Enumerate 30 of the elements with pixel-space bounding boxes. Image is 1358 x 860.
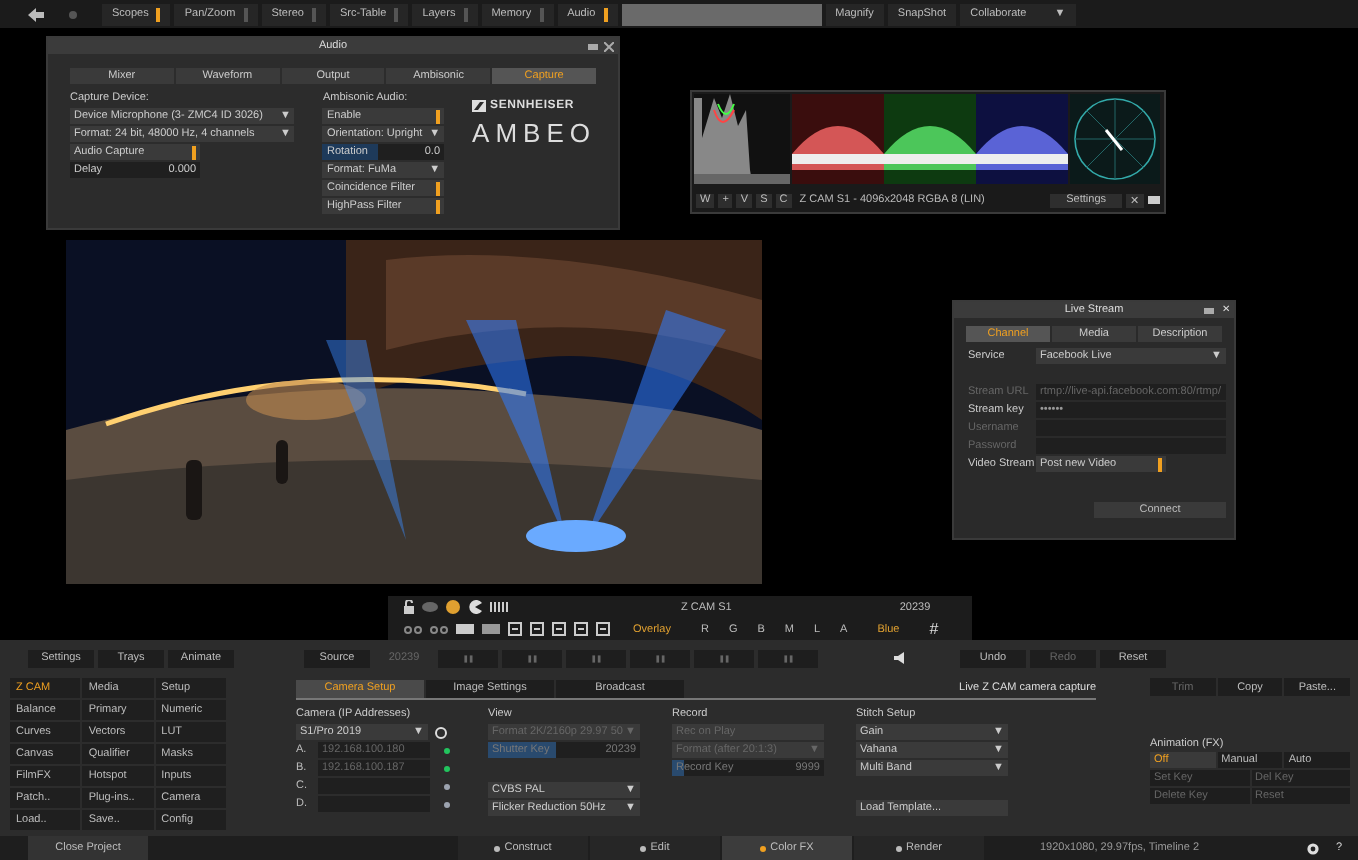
- view-mode-icon[interactable]: [573, 622, 587, 636]
- view-mode-icon[interactable]: [529, 622, 543, 636]
- speaker-icon[interactable]: [894, 652, 904, 664]
- transport-icon[interactable]: [438, 649, 498, 667]
- transport-icon[interactable]: [566, 649, 626, 667]
- transport-icon[interactable]: [630, 649, 690, 667]
- minimize-icon[interactable]: [1204, 307, 1214, 313]
- logo-icon: [472, 100, 487, 112]
- link-icon[interactable]: [429, 625, 447, 633]
- settings-icon[interactable]: [1305, 841, 1320, 855]
- transport-icon[interactable]: [758, 649, 818, 667]
- view-mode-icon[interactable]: [507, 622, 521, 636]
- transport-icon[interactable]: [502, 649, 562, 667]
- view-mode-icon[interactable]: [595, 622, 609, 636]
- product-name: AMBEO: [472, 120, 596, 146]
- link-icon[interactable]: [403, 625, 421, 633]
- grid-button[interactable]: #: [923, 620, 945, 638]
- close-icon[interactable]: [604, 41, 614, 51]
- lock-icon[interactable]: [403, 600, 413, 614]
- transport-icon[interactable]: [694, 649, 754, 667]
- refresh-icon[interactable]: [434, 725, 448, 739]
- dot-icon[interactable]: [68, 9, 78, 19]
- back-icon[interactable]: [28, 7, 44, 21]
- minimize-icon[interactable]: [588, 43, 598, 49]
- view-mode-icon[interactable]: [551, 622, 565, 636]
- input-field[interactable]: [1036, 438, 1226, 454]
- input-field[interactable]: [621, 3, 822, 25]
- vectorscope: [1070, 94, 1160, 184]
- pie-icon[interactable]: [467, 600, 481, 614]
- bars-icon[interactable]: [489, 602, 507, 612]
